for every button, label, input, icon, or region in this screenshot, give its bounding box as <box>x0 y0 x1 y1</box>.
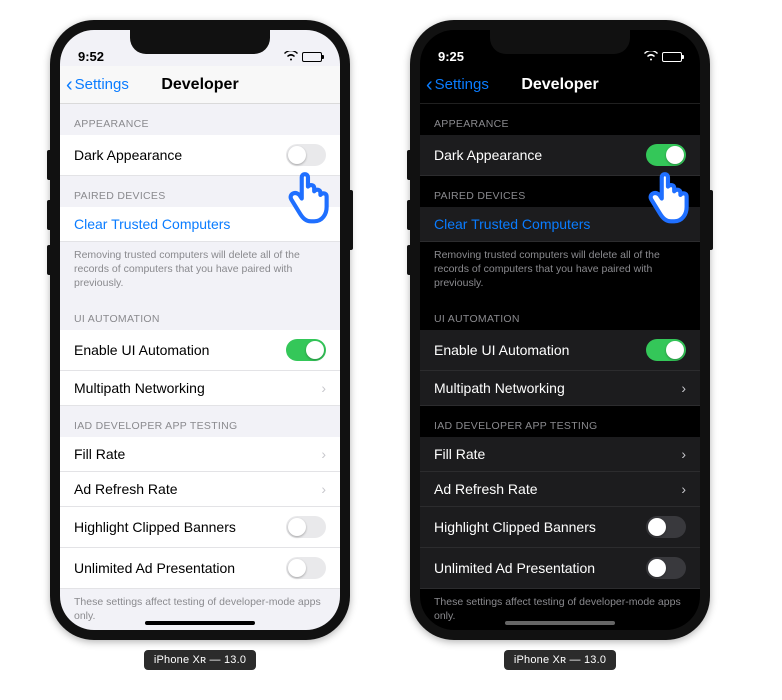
row-enable-ui-automation[interactable]: Enable UI Automation <box>420 330 700 371</box>
chevron-left-icon: ‹ <box>66 75 73 95</box>
notch <box>490 30 630 54</box>
chevron-right-icon: › <box>681 446 686 462</box>
highlight-banners-switch[interactable] <box>646 516 686 538</box>
home-indicator[interactable] <box>505 621 615 625</box>
chevron-right-icon: › <box>321 380 326 396</box>
chevron-left-icon: ‹ <box>426 75 433 95</box>
battery-icon <box>662 52 682 62</box>
nav-bar: ‹ Settings Developer <box>60 66 340 104</box>
ui-automation-switch[interactable] <box>286 339 326 361</box>
unlimited-ad-switch[interactable] <box>646 557 686 579</box>
paired-footer: Removing trusted computers will delete a… <box>60 242 340 299</box>
status-time: 9:52 <box>78 49 104 64</box>
section-header-appearance: APPEARANCE <box>60 104 340 135</box>
nav-title: Developer <box>521 76 598 94</box>
dark-appearance-switch[interactable] <box>646 144 686 166</box>
tap-hand-icon <box>644 170 694 226</box>
nav-bar: ‹ Settings Developer <box>420 66 700 104</box>
tap-hand-icon <box>284 170 334 226</box>
dark-appearance-switch[interactable] <box>286 144 326 166</box>
section-header-iad: IAD DEVELOPER APP TESTING <box>60 406 340 437</box>
device-caption-dark: iPhone Xʀ — 13.0 <box>504 650 616 670</box>
row-ad-refresh[interactable]: Ad Refresh Rate › <box>420 472 700 507</box>
section-header-iad: IAD DEVELOPER APP TESTING <box>420 406 700 437</box>
home-indicator[interactable] <box>145 621 255 625</box>
chevron-right-icon: › <box>321 481 326 497</box>
paired-footer: Removing trusted computers will delete a… <box>420 242 700 299</box>
device-caption-light: iPhone Xʀ — 13.0 <box>144 650 256 670</box>
screen-dark: 9:25 ‹ Settings Developer <box>420 30 700 630</box>
notch <box>130 30 270 54</box>
screen-light: 9:52 ‹ Settings Developer <box>60 30 340 630</box>
status-time: 9:25 <box>438 49 464 64</box>
chevron-right-icon: › <box>321 446 326 462</box>
row-multipath[interactable]: Multipath Networking › <box>420 371 700 406</box>
row-highlight-banners[interactable]: Highlight Clipped Banners <box>60 507 340 548</box>
row-unlimited-ad[interactable]: Unlimited Ad Presentation <box>420 548 700 589</box>
battery-icon <box>302 52 322 62</box>
wifi-icon <box>284 49 298 64</box>
highlight-banners-switch[interactable] <box>286 516 326 538</box>
back-button[interactable]: ‹ Settings <box>426 75 489 95</box>
section-header-uiautomation: UI AUTOMATION <box>60 299 340 330</box>
phone-dark: 9:25 ‹ Settings Developer <box>410 20 710 640</box>
back-button[interactable]: ‹ Settings <box>66 75 129 95</box>
ui-automation-switch[interactable] <box>646 339 686 361</box>
nav-title: Developer <box>161 76 238 94</box>
wifi-icon <box>644 49 658 64</box>
chevron-right-icon: › <box>681 481 686 497</box>
row-unlimited-ad[interactable]: Unlimited Ad Presentation <box>60 548 340 589</box>
section-header-appearance: APPEARANCE <box>420 104 700 135</box>
row-highlight-banners[interactable]: Highlight Clipped Banners <box>420 507 700 548</box>
unlimited-ad-switch[interactable] <box>286 557 326 579</box>
row-fill-rate[interactable]: Fill Rate › <box>420 437 700 472</box>
section-header-uiautomation: UI AUTOMATION <box>420 299 700 330</box>
chevron-right-icon: › <box>681 380 686 396</box>
phone-light: 9:52 ‹ Settings Developer <box>50 20 350 640</box>
row-enable-ui-automation[interactable]: Enable UI Automation <box>60 330 340 371</box>
row-ad-refresh[interactable]: Ad Refresh Rate › <box>60 472 340 507</box>
row-multipath[interactable]: Multipath Networking › <box>60 371 340 406</box>
row-fill-rate[interactable]: Fill Rate › <box>60 437 340 472</box>
